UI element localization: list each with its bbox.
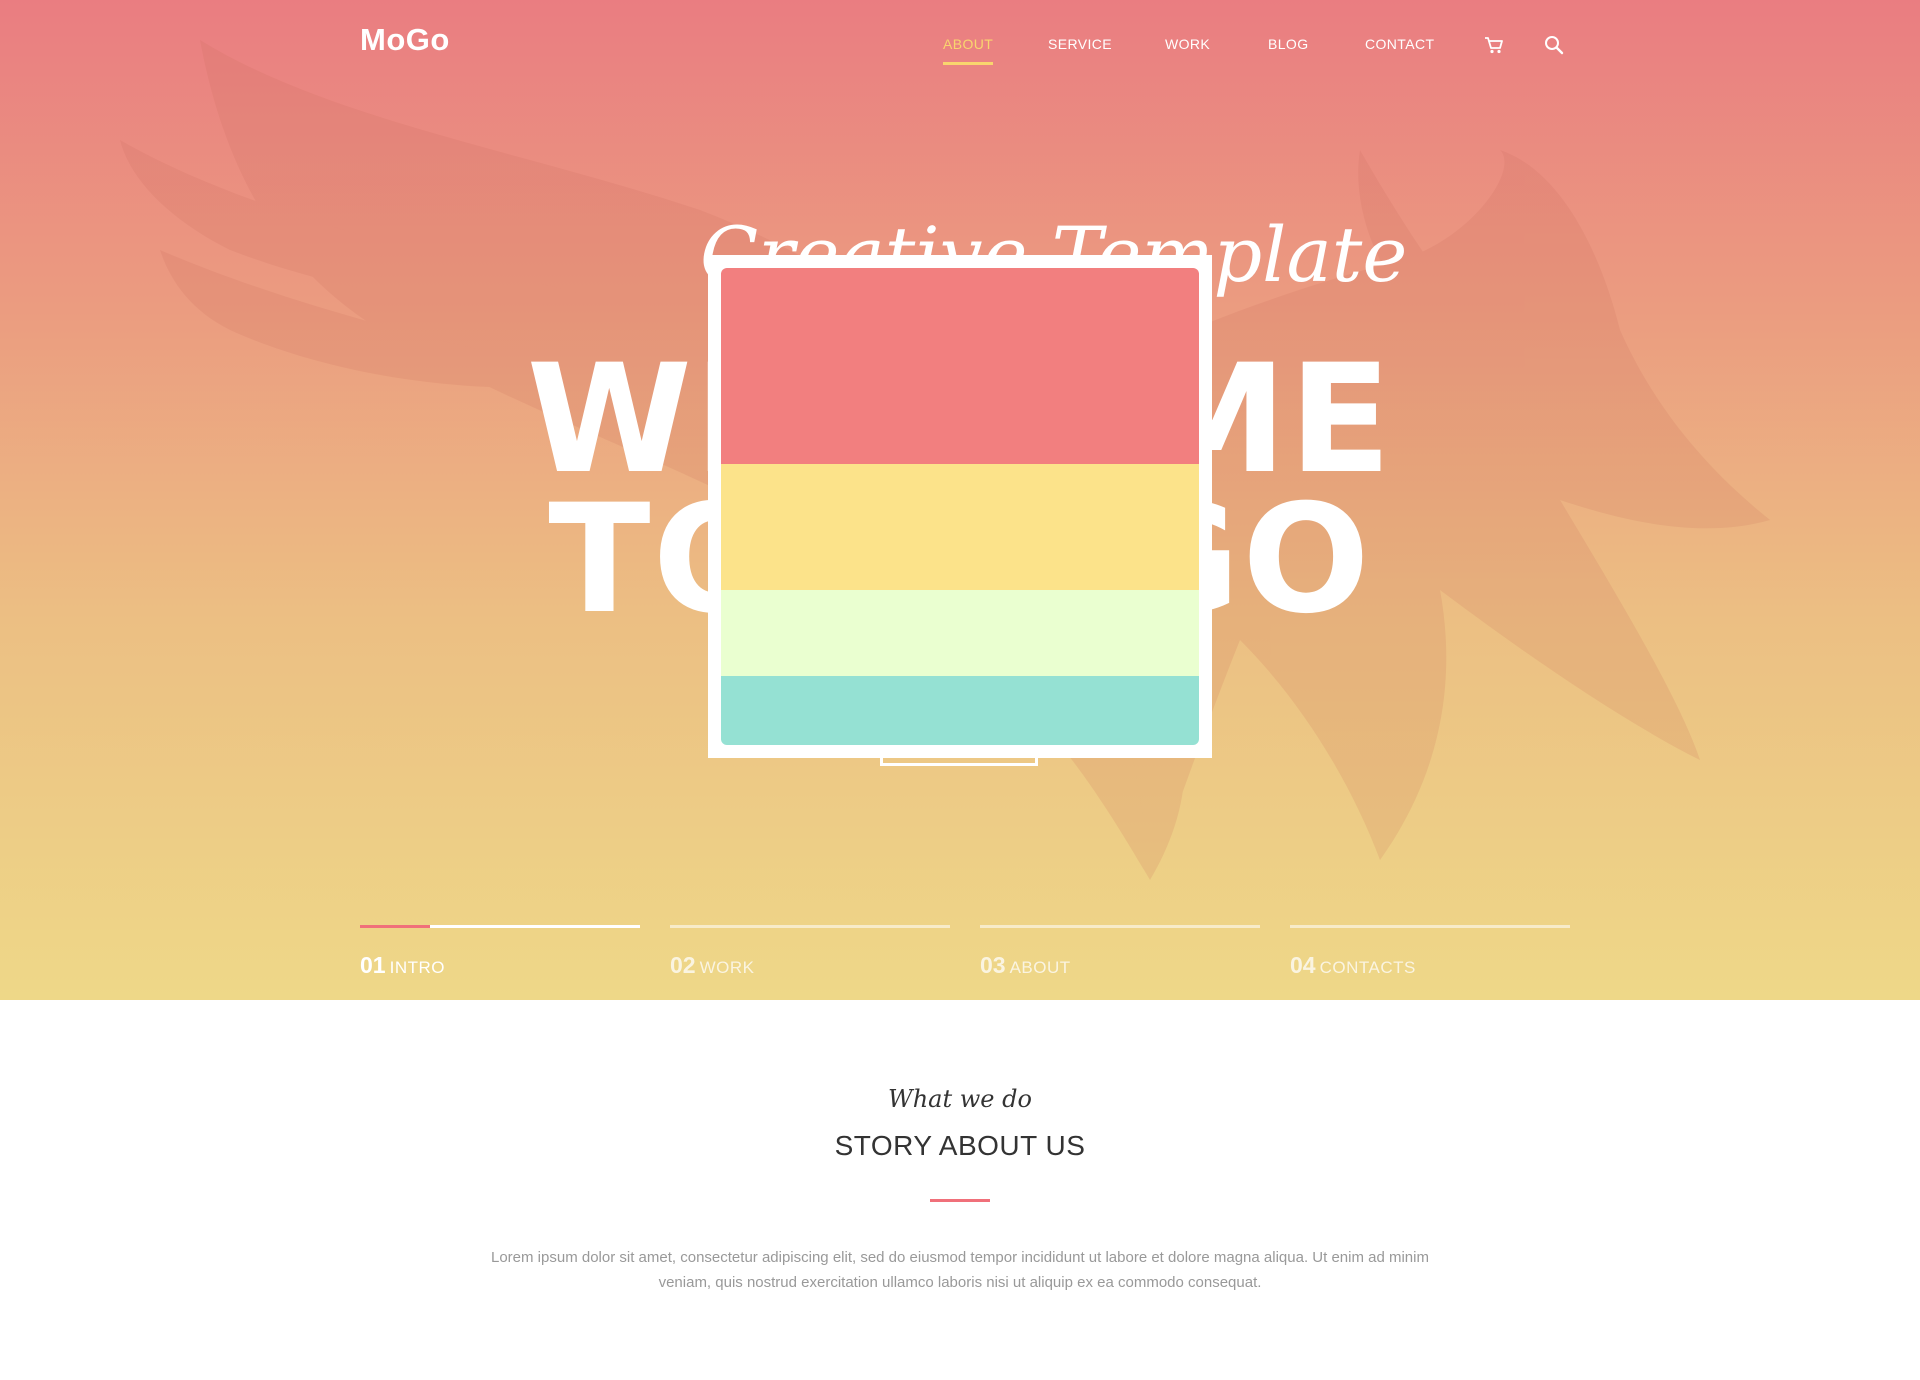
slide-tab-label: 01 INTRO: [360, 952, 445, 978]
nav-item-service[interactable]: SERVICE: [1048, 36, 1112, 52]
palette-band-4: [721, 676, 1199, 745]
slide-progress-bar: [360, 925, 430, 928]
search-icon[interactable]: [1543, 34, 1565, 56]
nav-item-about[interactable]: ABOUT: [943, 36, 994, 65]
palette-band-2: [721, 464, 1199, 590]
about-description: Lorem ipsum dolor sit amet, consectetur …: [491, 1249, 1429, 1291]
about-divider: [930, 1199, 990, 1202]
color-palette: [721, 268, 1199, 745]
color-palette-card: [708, 255, 1212, 758]
about-kicker: What we do: [888, 1085, 1032, 1113]
slide-tab-label: 03 ABOUT: [980, 952, 1071, 978]
nav-item-contact[interactable]: CONTACT: [1365, 36, 1434, 52]
slide-tab-line: [980, 925, 1260, 928]
about-title: STORY ABOUT US: [834, 1130, 1086, 1161]
logo[interactable]: MoGo: [360, 22, 450, 58]
slide-tab-line: [1290, 925, 1570, 928]
cart-icon[interactable]: [1483, 34, 1505, 56]
nav-item-blog[interactable]: BLOG: [1268, 36, 1309, 52]
slide-tab-line: [670, 925, 950, 928]
slide-tab-label: 02 WORK: [670, 952, 755, 978]
slide-tab-line: [360, 925, 640, 928]
palette-band-3: [721, 590, 1199, 676]
nav-item-work[interactable]: WORK: [1165, 36, 1210, 52]
palette-band-1: [721, 268, 1199, 464]
slide-tab-label: 04 CONTACTS: [1290, 952, 1416, 978]
hero-section: MoGo ABOUT SERVICE WORK BLOG CONTACT Cre…: [0, 0, 1920, 1000]
